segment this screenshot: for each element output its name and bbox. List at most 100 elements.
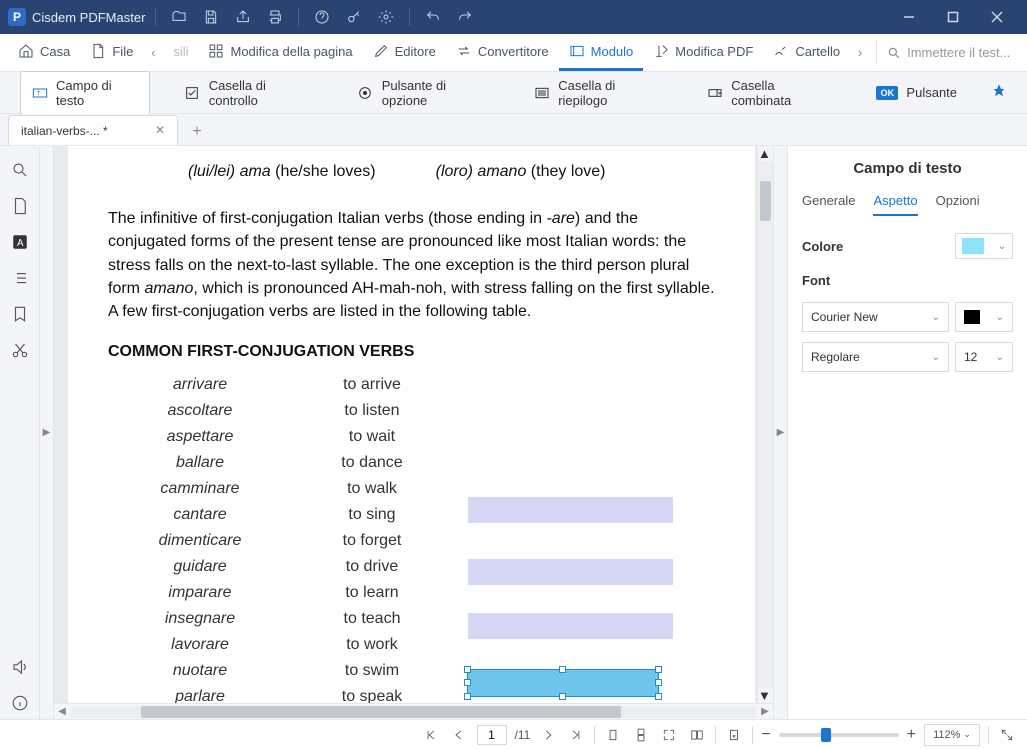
page-input[interactable] <box>477 725 507 745</box>
form-toolbar: T Campo di testo Casella di controllo Pu… <box>0 72 1027 114</box>
first-page-icon[interactable] <box>421 725 441 745</box>
redo-icon[interactable] <box>452 4 478 30</box>
font-style-select[interactable]: Regolare⌄ <box>802 342 949 372</box>
horizontal-scrollbar[interactable]: ◀ ▶ <box>54 703 773 719</box>
app-title: Cisdem PDFMaster <box>32 10 145 25</box>
titlebar: P Cisdem PDFMaster <box>0 0 1027 34</box>
font-color-select[interactable]: ⌄ <box>955 302 1013 332</box>
side-list-icon[interactable] <box>4 262 36 294</box>
menu-modifica-pdf[interactable]: Modifica PDF <box>643 35 763 71</box>
menu-file[interactable]: File <box>80 35 143 71</box>
svg-text:T: T <box>36 90 40 97</box>
zoom-value[interactable]: 112% ⌄ <box>924 724 980 746</box>
menu-sili[interactable]: sili <box>163 35 198 71</box>
section-heading: COMMON FIRST-CONJUGATION VERBS <box>108 343 715 361</box>
undo-icon[interactable] <box>420 4 446 30</box>
pin-icon[interactable] <box>991 83 1007 102</box>
form-field-2[interactable] <box>468 559 673 585</box>
color-picker[interactable]: ⌄ <box>955 233 1013 259</box>
table-row: dimenticareto forget <box>110 529 713 553</box>
rotate-icon[interactable] <box>724 725 744 745</box>
proptab-opzioni[interactable]: Opzioni <box>936 193 980 216</box>
side-text-icon[interactable]: A <box>4 226 36 258</box>
menu-cartello[interactable]: Cartello <box>763 35 850 71</box>
proptab-generale[interactable]: Generale <box>802 193 855 216</box>
side-search-icon[interactable] <box>4 154 36 186</box>
fullscreen-icon[interactable] <box>997 725 1017 745</box>
menu-modulo[interactable]: Modulo <box>559 35 644 71</box>
tool-combobox[interactable]: Casella combinata <box>696 72 842 114</box>
table-row: aspettareto wait <box>110 425 713 449</box>
document-area: (lui/lei) ama (he/she loves) (loro) aman… <box>54 146 773 719</box>
last-page-icon[interactable] <box>566 725 586 745</box>
page-content: (lui/lei) ama (he/she loves) (loro) aman… <box>68 146 755 703</box>
collapse-right-icon[interactable]: ▶ <box>773 146 787 719</box>
label-colore: Colore <box>802 239 843 254</box>
menu-casa[interactable]: Casa <box>8 35 80 71</box>
statusbar: /11 − + 112% ⌄ <box>0 719 1027 749</box>
view-facing-icon[interactable] <box>687 725 707 745</box>
tool-listbox[interactable]: Casella di riepilogo <box>523 72 672 114</box>
document-tab[interactable]: italian-verbs-... * ✕ <box>8 115 178 145</box>
tool-button[interactable]: OK Pulsante <box>866 79 967 106</box>
tab-label: italian-verbs-... * <box>21 124 108 138</box>
menu-modifica-pagina[interactable]: Modifica della pagina <box>198 35 362 71</box>
search-box[interactable]: Immettere il test... <box>876 41 1019 65</box>
close-button[interactable] <box>975 0 1019 34</box>
next-page-icon[interactable] <box>538 725 558 745</box>
open-icon[interactable] <box>166 4 192 30</box>
tabbar: italian-verbs-... * ✕ + <box>0 114 1027 146</box>
panel-title: Campo di testo <box>802 160 1013 177</box>
side-page-icon[interactable] <box>4 190 36 222</box>
save-icon[interactable] <box>198 4 224 30</box>
tool-checkbox[interactable]: Casella di controllo <box>174 72 323 114</box>
tool-text-field[interactable]: T Campo di testo <box>20 71 150 115</box>
key-icon[interactable] <box>341 4 367 30</box>
zoom-in-icon[interactable]: + <box>907 726 916 744</box>
menu-scroll-right[interactable]: › <box>850 45 870 60</box>
tool-radio[interactable]: Pulsante di opzione <box>347 72 499 114</box>
verbs-table: arrivareto arriveascoltareto listenaspet… <box>108 371 715 703</box>
add-tab-button[interactable]: + <box>184 119 210 145</box>
side-info-icon[interactable] <box>4 687 36 719</box>
font-size-select[interactable]: 12⌄ <box>955 342 1013 372</box>
form-field-3[interactable] <box>468 613 673 639</box>
view-fit-icon[interactable] <box>659 725 679 745</box>
form-field-selected[interactable] <box>468 670 658 696</box>
view-single-icon[interactable] <box>603 725 623 745</box>
menu-scroll-left[interactable]: ‹ <box>143 45 163 60</box>
share-icon[interactable] <box>230 4 256 30</box>
prev-page-icon[interactable] <box>449 725 469 745</box>
print-icon[interactable] <box>262 4 288 30</box>
side-bookmark-icon[interactable] <box>4 298 36 330</box>
color-swatch <box>962 238 984 254</box>
side-cut-icon[interactable] <box>4 334 36 366</box>
zoom-slider[interactable] <box>779 733 899 737</box>
settings-icon[interactable] <box>373 4 399 30</box>
zoom-out-icon[interactable]: − <box>761 726 770 744</box>
paragraph: The infinitive of first-conjugation Ital… <box>108 207 715 323</box>
view-continuous-icon[interactable] <box>631 725 651 745</box>
page-total: /11 <box>515 728 531 742</box>
side-sound-icon[interactable] <box>4 651 36 683</box>
properties-panel: Campo di testo Generale Aspetto Opzioni … <box>787 146 1027 719</box>
app-logo: P <box>8 8 26 26</box>
proptab-aspetto[interactable]: Aspetto <box>873 193 917 216</box>
collapse-left-icon[interactable]: ▶ <box>40 146 54 719</box>
menu-convertitore[interactable]: Convertitore <box>446 35 559 71</box>
tab-close-icon[interactable]: ✕ <box>155 123 169 137</box>
vertical-scrollbar[interactable]: ▲ ▼ <box>757 146 773 703</box>
search-placeholder: Immettere il test... <box>907 45 1010 60</box>
label-font: Font <box>802 273 830 288</box>
table-row: ballareto dance <box>110 451 713 475</box>
table-row: arrivareto arrive <box>110 373 713 397</box>
menu-editore[interactable]: Editore <box>363 35 446 71</box>
side-toolbar: A <box>0 146 40 719</box>
font-name-select[interactable]: Courier New⌄ <box>802 302 949 332</box>
table-row: ascoltareto listen <box>110 399 713 423</box>
form-field-1[interactable] <box>468 497 673 523</box>
svg-text:A: A <box>17 238 24 249</box>
minimize-button[interactable] <box>887 0 931 34</box>
help-icon[interactable] <box>309 4 335 30</box>
maximize-button[interactable] <box>931 0 975 34</box>
